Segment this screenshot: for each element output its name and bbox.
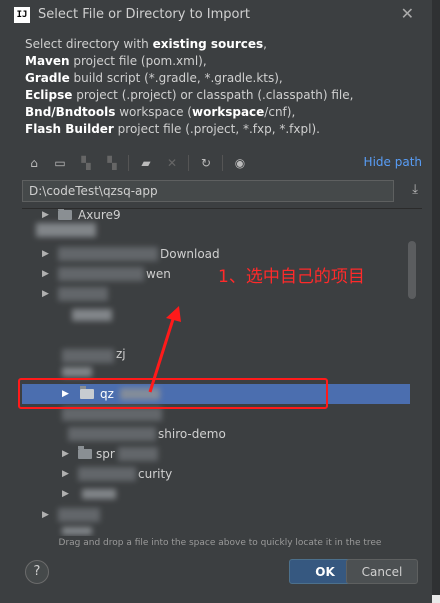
download-icon[interactable]: ⤓	[412, 182, 418, 197]
new-folder-icon[interactable]: ▰	[136, 153, 156, 173]
expand-arrow-icon[interactable]: ▶	[42, 284, 49, 304]
drag-drop-hint: Drag and drop a file into the space abov…	[58, 538, 382, 548]
tree-item-label: zj	[116, 347, 126, 361]
toolbar-divider	[188, 155, 189, 171]
pixelated-region	[118, 447, 158, 461]
annotation-label: 1、选中自己的项目	[218, 267, 365, 287]
expand-arrow-icon[interactable]: ▶	[42, 505, 49, 525]
expand-arrow-icon[interactable]: ▶	[62, 444, 69, 464]
pixelated-region	[36, 223, 96, 237]
file-chooser-toolbar: ⌂ ▭ ▚ ▚ ▰ ✕ ↻ ◉ Hide path	[22, 152, 422, 174]
pixelated-region	[58, 267, 144, 281]
pixelated-region	[62, 367, 92, 377]
refresh-icon[interactable]: ↻	[196, 153, 216, 173]
module-icon[interactable]: ▚	[102, 153, 122, 173]
hide-path-link[interactable]: Hide path	[364, 155, 422, 169]
desc-line: Maven project file (pom.xml),	[25, 54, 207, 68]
directory-tree[interactable]: ▶ Axure9 ▶ Download ▶ wen ▶ zj ▶ qz shir…	[22, 208, 422, 536]
cancel-button[interactable]: Cancel	[346, 559, 418, 584]
folder-icon	[78, 446, 92, 459]
pixelated-region	[58, 287, 108, 301]
folder-icon	[58, 209, 72, 220]
pixelated-region	[62, 349, 114, 363]
desc-line: Flash Builder project file (.project, *.…	[25, 122, 320, 136]
title-bar: IJ Select File or Directory to Import ✕	[0, 0, 432, 30]
dialog-title: Select File or Directory to Import	[38, 7, 250, 22]
pixelated-region	[62, 407, 162, 421]
pixelated-region	[68, 427, 156, 441]
expand-arrow-icon[interactable]: ▶	[42, 244, 49, 264]
import-dialog: IJ Select File or Directory to Import ✕ …	[0, 0, 432, 603]
help-button[interactable]: ?	[25, 560, 49, 584]
intellij-icon: IJ	[14, 7, 30, 23]
tree-item-label: Download	[160, 247, 220, 261]
delete-icon[interactable]: ✕	[162, 153, 182, 173]
project-icon[interactable]: ▚	[76, 153, 96, 173]
dialog-footer: ? OK Cancel	[0, 550, 432, 603]
tree-item-label: wen	[146, 267, 171, 281]
background-window-edge	[432, 0, 440, 603]
tree-row[interactable]: ▶ spr	[22, 444, 410, 464]
expand-arrow-icon[interactable]: ▶	[62, 484, 69, 504]
tree-scrollbar[interactable]	[408, 241, 416, 299]
pixelated-region	[78, 467, 136, 481]
pixelated-region	[58, 247, 158, 261]
toolbar-divider	[222, 155, 223, 171]
toolbar-divider	[128, 155, 129, 171]
import-description: Select directory with existing sources, …	[25, 36, 420, 138]
close-icon[interactable]: ✕	[401, 4, 414, 23]
path-row: D:\codeTest\qzsq-app ⤓	[22, 180, 422, 204]
expand-arrow-icon[interactable]: ▶	[42, 264, 49, 284]
pixelated-region	[72, 309, 112, 321]
desc-line: Bnd/Bndtools workspace (workspace/cnf),	[25, 105, 296, 119]
tree-row[interactable]: ▶	[22, 484, 410, 504]
path-field[interactable]: D:\codeTest\qzsq-app	[22, 180, 394, 202]
desc-line: Eclipse project (.project) or classpath …	[25, 88, 354, 102]
tree-item-label: shiro-demo	[158, 427, 226, 441]
pixelated-region	[62, 527, 92, 535]
show-hidden-icon[interactable]: ◉	[230, 153, 250, 173]
tree-item-label: curity	[138, 467, 173, 481]
pixelated-region	[58, 508, 100, 522]
pixelated-region	[82, 489, 116, 499]
annotation-highlight-box	[18, 378, 328, 409]
desc-line: Gradle build script (*.gradle, *.gradle.…	[25, 71, 283, 85]
home-icon[interactable]: ⌂	[24, 153, 44, 173]
desc-line: Select directory with existing sources,	[25, 37, 267, 51]
expand-arrow-icon[interactable]: ▶	[62, 464, 69, 484]
tree-item-label: spr	[96, 447, 115, 461]
desktop-icon[interactable]: ▭	[50, 153, 70, 173]
